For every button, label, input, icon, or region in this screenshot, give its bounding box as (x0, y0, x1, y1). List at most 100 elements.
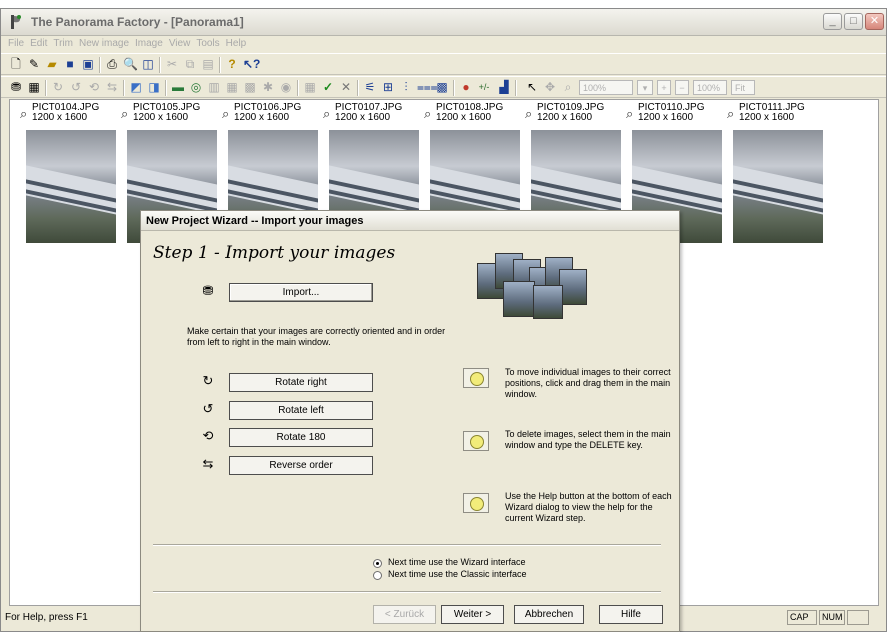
book-icon[interactable]: ◫ (141, 57, 155, 71)
image-thumbnail[interactable]: ⌕ PICT0104.JPG 1200 x 1600 (20, 102, 116, 243)
minimize-icon[interactable]: _ (823, 13, 842, 30)
zoom-icon[interactable]: ⌕ (561, 80, 575, 94)
save-all-icon[interactable]: ▣ (81, 57, 95, 71)
print-preview-icon[interactable]: 🔍 (123, 57, 138, 71)
menu-edit[interactable]: Edit (27, 36, 50, 52)
menu-tools[interactable]: Tools (193, 36, 222, 52)
thumbnail-dimensions: 1200 x 1600 (234, 112, 290, 123)
zoom-out-icon[interactable]: − (675, 80, 689, 95)
tool-icon-a[interactable]: ▥ (207, 80, 221, 94)
magnifier-icon[interactable]: ⌕ (121, 106, 128, 122)
status-cap: CAP (787, 610, 817, 625)
magnifier-icon[interactable]: ⌕ (323, 106, 330, 122)
radio-wizard-interface[interactable] (373, 559, 382, 568)
menu-image[interactable]: Image (132, 36, 166, 52)
menu-file[interactable]: File (5, 36, 27, 52)
title-bar[interactable]: The Panorama Factory - [Panorama1] _ □ ✕ (1, 9, 886, 36)
rotate-left-tool-icon[interactable]: ↺ (69, 80, 83, 94)
pointer-icon[interactable]: ↖ (525, 80, 539, 94)
help-icon[interactable]: ? (225, 57, 239, 71)
thumbnail-dimensions: 1200 x 1600 (537, 112, 593, 123)
magnifier-icon[interactable]: ⌕ (525, 106, 532, 122)
rotate-180-tool-icon[interactable]: ⟲ (87, 80, 101, 94)
zoom-in-icon[interactable]: + (657, 80, 671, 95)
menu-view[interactable]: View (166, 36, 194, 52)
rotate-180-button[interactable]: Rotate 180 (229, 428, 373, 447)
toolbar-separator (159, 57, 161, 73)
toolbar-separator (357, 80, 359, 96)
cancel-button[interactable]: Abbrechen (514, 605, 584, 624)
reverse-order-button[interactable]: Reverse order (229, 456, 373, 475)
align-icon[interactable]: ⚟ (363, 80, 377, 94)
window-title: The Panorama Factory - [Panorama1] (31, 15, 244, 29)
menu-help[interactable]: Help (223, 36, 250, 52)
back-button[interactable]: < Zurück (373, 605, 436, 624)
select-grid-icon[interactable]: ▦ (303, 80, 317, 94)
pan-icon[interactable]: ✥ (543, 80, 557, 94)
thumbnail-dimensions: 1200 x 1600 (133, 112, 189, 123)
dialog-title[interactable]: New Project Wizard -- Import your images (141, 211, 679, 231)
magnifier-icon[interactable]: ⌕ (626, 106, 633, 122)
zoom-select[interactable]: 100% (579, 80, 633, 95)
image-thumbnail[interactable]: ⌕ PICT0111.JPG 1200 x 1600 (727, 102, 823, 243)
paste-icon[interactable]: ▤ (201, 57, 215, 71)
import-button[interactable]: Import... (229, 283, 373, 302)
copy-icon[interactable]: ⧉ (183, 57, 197, 71)
close-icon[interactable]: ✕ (865, 13, 884, 30)
radio-classic-label[interactable]: Next time use the Classic interface (388, 569, 527, 579)
tool-icon-b[interactable]: ▦ (225, 80, 239, 94)
color-icon[interactable]: ● (459, 80, 473, 94)
zoom-value: 100% (583, 83, 607, 93)
zoom-dropdown-icon[interactable]: ▾ (637, 80, 653, 95)
help-button[interactable]: Hilfe (599, 605, 663, 624)
rotate-left-button[interactable]: Rotate left (229, 401, 373, 420)
accept-icon[interactable]: ✓ (321, 80, 335, 94)
rotate-right-icon: ↻ (202, 373, 214, 388)
new-wizard-icon[interactable]: ✎ (27, 57, 41, 71)
blend-icon[interactable]: ◎ (189, 80, 203, 94)
hint-bulb-icon (463, 431, 489, 451)
correct-lens-icon[interactable]: ◨ (147, 80, 161, 94)
radio-wizard-label[interactable]: Next time use the Wizard interface (388, 557, 526, 567)
menu-trim[interactable]: Trim (50, 36, 76, 52)
fit-button[interactable]: Fit (731, 80, 755, 95)
zoom-secondary-value: 100% (697, 83, 721, 93)
rotate-180-icon: ⟲ (202, 428, 214, 443)
radio-classic-interface[interactable] (373, 571, 382, 580)
standard-toolbar: 🗋 ✎ ▰ ■ ▣ ⎙ 🔍 ◫ ✂ ⧉ ▤ ? ↖? (1, 53, 886, 75)
zoom-secondary[interactable]: 100% (693, 80, 727, 95)
magnifier-icon[interactable]: ⌕ (424, 106, 431, 122)
thumbnail-image[interactable] (26, 130, 116, 243)
tool-icon-d[interactable]: ✱ (261, 80, 275, 94)
rotate-right-button[interactable]: Rotate right (229, 373, 373, 392)
crop-icon[interactable]: ⊞ (381, 80, 395, 94)
cut-icon[interactable]: ✂ (165, 57, 179, 71)
stitch-icon[interactable]: ▬ (171, 80, 185, 94)
correct-icon[interactable]: ◩ (129, 80, 143, 94)
sharpen-icon[interactable]: ▩ (435, 80, 449, 94)
context-help-icon[interactable]: ↖? (243, 57, 260, 71)
next-button[interactable]: Weiter > (441, 605, 504, 624)
new-file-icon[interactable]: 🗋 (9, 57, 23, 71)
exposure-icon[interactable]: +/- (477, 80, 491, 94)
rotate-right-tool-icon[interactable]: ↻ (51, 80, 65, 94)
tool-icon-c[interactable]: ▩ (243, 80, 257, 94)
thumbnail-image[interactable] (733, 130, 823, 243)
grid-icon[interactable]: ▦ (27, 80, 41, 94)
trim-icon[interactable]: ⫶ (399, 80, 413, 94)
magnifier-icon[interactable]: ⌕ (20, 106, 27, 122)
save-icon[interactable]: ■ (63, 57, 77, 71)
menu-new-image[interactable]: New image (76, 36, 132, 52)
image-toolbar: ⛃ ▦ ↻ ↺ ⟲ ⇆ ◩ ◨ ▬ ◎ ▥ ▦ ▩ ✱ ◉ ▦ ✓ ✕ ⚟ ⊞ … (1, 76, 886, 98)
histogram-icon[interactable]: ▟ (497, 80, 511, 94)
magnifier-icon[interactable]: ⌕ (222, 106, 229, 122)
magnifier-icon[interactable]: ⌕ (727, 106, 734, 122)
import-icon[interactable]: ⛃ (9, 80, 23, 94)
tool-icon-e[interactable]: ◉ (279, 80, 293, 94)
reject-icon[interactable]: ✕ (339, 80, 353, 94)
open-folder-icon[interactable]: ▰ (45, 57, 59, 71)
maximize-icon[interactable]: □ (844, 13, 863, 30)
level-icon[interactable]: ⩶ (417, 80, 438, 94)
print-icon[interactable]: ⎙ (105, 57, 119, 71)
reverse-order-tool-icon[interactable]: ⇆ (105, 80, 119, 94)
